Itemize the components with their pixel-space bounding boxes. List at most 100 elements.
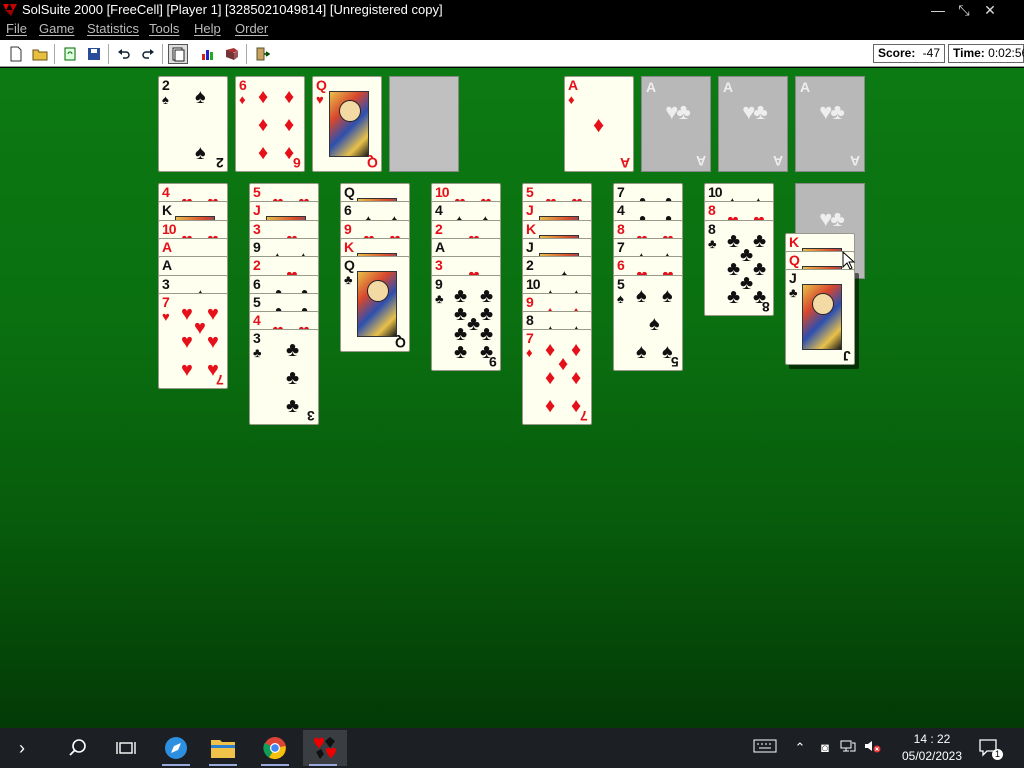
- new-icon[interactable]: [6, 44, 26, 64]
- minimize-button[interactable]: —: [925, 0, 951, 20]
- card-pips: ♠ ♠ ♠ ♠ ♠: [632, 284, 673, 364]
- chrome-icon[interactable]: [255, 730, 295, 766]
- chevron-right-icon[interactable]: ›: [2, 730, 42, 766]
- card-rank: 2: [435, 221, 443, 237]
- card-rank-inverted: Q: [396, 335, 406, 351]
- restore-button[interactable]: ⤡: [951, 0, 977, 20]
- empty-foundation-slot[interactable]: A ♥♣ A: [795, 76, 865, 172]
- exit-door-icon[interactable]: [252, 44, 272, 64]
- empty-free-cell[interactable]: [389, 76, 459, 172]
- card-rank: 5: [253, 184, 261, 200]
- card-pip: ♦: [558, 353, 569, 375]
- foundation-placeholder: A ♥♣ A: [719, 77, 787, 171]
- card-rank: Q: [344, 184, 355, 200]
- tableau-card[interactable]: 3 ♣ ♣ ♣ ♣ 3: [249, 329, 319, 425]
- card-rank-inverted: 9: [490, 354, 497, 370]
- menu-order[interactable]: Order: [235, 20, 268, 38]
- card-pip: ♣: [740, 244, 754, 266]
- card-pip: ♠: [195, 86, 206, 108]
- placeholder-rank-inverted: A: [772, 153, 783, 169]
- card-pip: ♦: [284, 86, 295, 108]
- foundation-card[interactable]: A ♦ ♦ A: [564, 76, 634, 172]
- close-button[interactable]: ✕: [977, 0, 1003, 20]
- card-rank: 7: [617, 184, 625, 200]
- card-pip: ♥: [181, 331, 193, 353]
- card-rank: 6: [253, 276, 261, 292]
- redo-icon[interactable]: [138, 44, 158, 64]
- rules-book-icon[interactable]: [222, 44, 242, 64]
- card-pip: ♥: [181, 303, 193, 325]
- card-pip: ♥: [207, 303, 219, 325]
- placeholder-rank: A: [646, 79, 657, 95]
- card-rank: 3: [162, 276, 170, 292]
- card-pips: ♦ ♦ ♦ ♦ ♦ ♦: [254, 85, 294, 165]
- card-pips: ♥ ♥ ♥ ♥ ♥ ♥ ♥: [177, 302, 219, 382]
- taskbar: › ⌃ ◙ 14 : 22 05/02/2023 1: [0, 728, 1024, 768]
- tableau-card[interactable]: 5 ♠ ♠ ♠ ♠ ♠ ♠ 5: [613, 275, 683, 371]
- tableau-card[interactable]: 9 ♣ ♣ ♣ ♣ ♣ ♣ ♣ ♣ ♣ ♣ 9: [431, 275, 501, 371]
- menu-statistics[interactable]: Statistics: [87, 20, 139, 38]
- empty-foundation-slot[interactable]: A ♥♣ A: [718, 76, 788, 172]
- tableau-card[interactable]: 8 ♣ ♣ ♣ ♣ ♣ ♣ ♣ ♣ ♣ 8: [704, 220, 774, 316]
- card-rank-inverted: 6: [294, 155, 301, 171]
- app-compass-icon[interactable]: [156, 730, 196, 766]
- network-icon[interactable]: [838, 738, 858, 758]
- statistics-chart-icon[interactable]: [198, 44, 218, 64]
- notification-count: 1: [992, 749, 1003, 760]
- toolbar: Score: -47 Time: 0:02:56: [0, 40, 1024, 67]
- card-suit-icon: ♠: [162, 92, 169, 107]
- solsuite-taskbar-icon[interactable]: [303, 730, 347, 766]
- card-rank: 6: [239, 77, 247, 93]
- menu-file[interactable]: File: [6, 20, 27, 38]
- toolbar-separator: [54, 44, 55, 64]
- mouse-cursor-icon: [842, 251, 856, 270]
- tableau-card[interactable]: Q ♣ Q: [340, 256, 410, 352]
- card-pip: ♠: [662, 285, 673, 307]
- task-view-icon[interactable]: [106, 730, 146, 766]
- card-suit-icon: ♠: [617, 291, 624, 306]
- card-rank: 10: [435, 184, 450, 200]
- card-rank: 6: [617, 257, 625, 273]
- card-pip: ♦: [258, 142, 269, 164]
- open-folder-icon[interactable]: [30, 44, 50, 64]
- score-display: Score: -47: [873, 44, 945, 63]
- empty-foundation-slot[interactable]: A ♥♣ A: [641, 76, 711, 172]
- card-pip: ♠: [636, 285, 647, 307]
- search-icon[interactable]: [58, 730, 98, 766]
- card-rank: 3: [253, 330, 261, 346]
- free-cell-card[interactable]: 6 ♦ ♦ ♦ ♦ ♦ ♦ ♦ 6: [235, 76, 305, 172]
- menu-game[interactable]: Game: [39, 20, 74, 38]
- card-rank-inverted: A: [620, 155, 630, 171]
- tableau-card[interactable]: 7 ♥ ♥ ♥ ♥ ♥ ♥ ♥ ♥ 7: [158, 293, 228, 389]
- card-rank: A: [162, 239, 172, 255]
- save-icon[interactable]: [84, 44, 104, 64]
- card-rank: 9: [526, 294, 534, 310]
- card-pip: ♣: [740, 272, 754, 294]
- dragged-card[interactable]: J ♣ J: [785, 269, 855, 365]
- foundation-placeholder: A ♥♣ A: [642, 77, 710, 171]
- card-rank: 4: [617, 202, 625, 218]
- free-cell-card[interactable]: Q ♥ Q: [312, 76, 382, 172]
- volume-muted-icon[interactable]: [862, 738, 882, 758]
- chevron-up-icon[interactable]: ⌃: [790, 738, 810, 758]
- webcam-icon[interactable]: ◙: [815, 738, 835, 758]
- placeholder-rank-inverted: A: [695, 153, 706, 169]
- cards-icon[interactable]: [168, 44, 188, 64]
- court-card-portrait: [329, 91, 369, 157]
- placeholder-rank: A: [723, 79, 734, 95]
- card-pip: ♣: [480, 303, 494, 325]
- free-cell-card[interactable]: 2 ♠ ♠ ♠ 2: [158, 76, 228, 172]
- undo-icon[interactable]: [114, 44, 134, 64]
- taskbar-clock[interactable]: 14 : 22 05/02/2023: [892, 731, 972, 765]
- tableau-card[interactable]: 7 ♦ ♦ ♦ ♦ ♦ ♦ ♦ ♦ 7: [522, 329, 592, 425]
- score-label: Score:: [878, 46, 916, 60]
- card-pip: ♣: [286, 395, 300, 417]
- file-explorer-icon[interactable]: [203, 730, 243, 766]
- notification-icon[interactable]: 1: [975, 738, 1003, 760]
- menu-tools[interactable]: Tools: [149, 20, 179, 38]
- card-rank: 2: [526, 257, 534, 273]
- menu-help[interactable]: Help: [194, 20, 221, 38]
- keyboard-icon[interactable]: [752, 738, 778, 758]
- card-pip: ♥: [207, 331, 219, 353]
- restart-icon[interactable]: [60, 44, 80, 64]
